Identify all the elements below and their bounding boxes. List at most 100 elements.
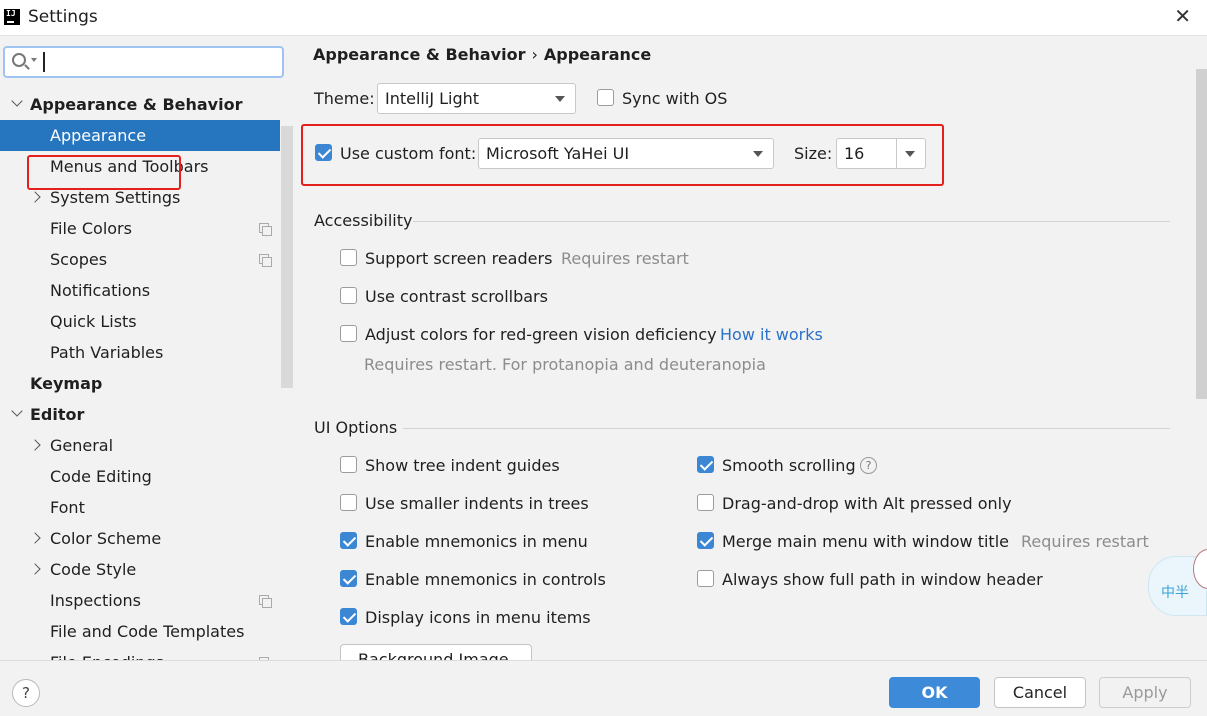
mnemonics-menu-checkbox[interactable]: [340, 532, 357, 549]
tree-item-label: Scopes: [50, 250, 108, 269]
divider: [413, 221, 1170, 222]
full-path-header-label: Always show full path in window header: [722, 570, 1043, 589]
sync-with-os-label: Sync with OS: [622, 89, 728, 108]
contrast-scrollbars-label: Use contrast scrollbars: [365, 287, 548, 306]
requires-restart-hint: Requires restart: [561, 249, 689, 268]
merge-menu-checkbox[interactable]: [697, 532, 714, 549]
settings-sidebar: Appearance & Behavior Appearance Menus a…: [0, 36, 293, 660]
theme-label: Theme:: [314, 89, 375, 108]
smaller-indents-checkbox[interactable]: [340, 494, 357, 511]
chevron-down-icon[interactable]: [11, 95, 23, 107]
chevron-right-icon[interactable]: [29, 532, 41, 544]
tree-item-general[interactable]: General: [0, 430, 280, 461]
menu-icons-checkbox[interactable]: [340, 608, 357, 625]
highlight-outline-appearance: [27, 155, 181, 190]
tree-item-code-editing[interactable]: Code Editing: [0, 461, 280, 492]
tree-item-font[interactable]: Font: [0, 492, 280, 523]
close-icon[interactable]: ✕: [1174, 4, 1191, 28]
search-field[interactable]: [3, 46, 284, 78]
help-icon[interactable]: ?: [860, 457, 877, 474]
divider: [896, 139, 897, 168]
chevron-down-icon: [905, 151, 915, 157]
tree-indent-guides-checkbox[interactable]: [340, 456, 357, 473]
tree-item-path-variables[interactable]: Path Variables: [0, 337, 280, 368]
tree-item-label: Appearance & Behavior: [30, 95, 243, 114]
use-custom-font-checkbox[interactable]: [315, 144, 332, 161]
merge-menu-label: Merge main menu with window title: [722, 532, 1009, 551]
tree-item-label: General: [50, 436, 114, 455]
text-cursor: [43, 52, 45, 72]
tree-item-inspections[interactable]: Inspections: [0, 585, 280, 616]
chevron-down-icon[interactable]: [11, 405, 23, 417]
mnemonics-controls-label: Enable mnemonics in controls: [365, 570, 606, 589]
mnemonics-menu-label: Enable mnemonics in menu: [365, 532, 588, 551]
help-button[interactable]: ?: [12, 679, 40, 707]
background-image-button[interactable]: Background Image...: [340, 644, 532, 660]
background-image-label: Background Image...: [358, 650, 524, 660]
tree-item-label: Quick Lists: [50, 312, 137, 331]
copy-icon: [259, 223, 272, 236]
sidebar-scrollbar[interactable]: [281, 126, 293, 388]
theme-select[interactable]: IntelliJ Light: [377, 83, 576, 114]
tree-item-appearance[interactable]: Appearance: [0, 120, 280, 151]
tree-item-label: Code Style: [50, 560, 137, 579]
copy-icon: [259, 595, 272, 608]
drag-drop-alt-checkbox[interactable]: [697, 494, 714, 511]
font-family-select[interactable]: Microsoft YaHei UI: [478, 138, 774, 169]
title-bar: IJ Settings ✕: [0, 0, 1207, 36]
tree-item-code-style[interactable]: Code Style: [0, 554, 280, 585]
tree-item-file-encodings[interactable]: File Encodings: [0, 647, 280, 660]
tree-item-file-code-templates[interactable]: File and Code Templates: [0, 616, 280, 647]
tree-item-label: Path Variables: [50, 343, 164, 362]
chevron-down-icon: [555, 96, 565, 102]
theme-value: IntelliJ Light: [385, 89, 480, 108]
size-label: Size:: [794, 144, 833, 163]
red-green-checkbox[interactable]: [340, 325, 357, 342]
tree-item-editor[interactable]: Editor: [0, 399, 280, 430]
chevron-right-icon[interactable]: [29, 439, 41, 451]
window-title: Settings: [28, 7, 98, 27]
tree-item-scopes[interactable]: Scopes: [0, 244, 280, 275]
tree-item-label: Appearance: [50, 126, 147, 145]
chevron-down-icon: [753, 151, 763, 157]
search-input[interactable]: [41, 51, 277, 73]
how-it-works-link[interactable]: How it works: [720, 325, 823, 344]
breadcrumb-parent[interactable]: Appearance & Behavior: [313, 45, 525, 64]
chevron-right-icon[interactable]: [29, 563, 41, 575]
cancel-button[interactable]: Cancel: [994, 677, 1086, 708]
ime-widget-text: 中半: [1161, 585, 1189, 601]
chevron-right-icon[interactable]: [29, 191, 41, 203]
content-scrollbar[interactable]: [1196, 69, 1207, 399]
tree-item-label: File and Code Templates: [50, 622, 245, 641]
full-path-header-checkbox[interactable]: [697, 570, 714, 587]
requires-restart-hint: Requires restart: [1021, 532, 1149, 551]
tree-indent-guides-label: Show tree indent guides: [365, 456, 560, 475]
ok-button[interactable]: OK: [889, 677, 980, 708]
screen-readers-checkbox[interactable]: [340, 249, 357, 266]
dialog-footer: ? OK Cancel Apply: [0, 660, 1207, 716]
screen-readers-label: Support screen readers: [365, 249, 553, 268]
sync-with-os-checkbox[interactable]: [597, 89, 614, 106]
font-family-value: Microsoft YaHei UI: [486, 144, 630, 163]
breadcrumb-separator: ›: [531, 45, 538, 64]
search-options-chevron-icon[interactable]: [31, 58, 37, 62]
use-custom-font-label: Use custom font:: [340, 144, 477, 163]
contrast-scrollbars-checkbox[interactable]: [340, 287, 357, 304]
mnemonics-controls-checkbox[interactable]: [340, 570, 357, 587]
menu-icons-label: Display icons in menu items: [365, 608, 591, 627]
tree-item-color-scheme[interactable]: Color Scheme: [0, 523, 280, 554]
tree-item-label: File Encodings: [50, 647, 164, 660]
breadcrumb: Appearance & Behavior › Appearance: [313, 45, 651, 64]
intellij-icon: IJ: [4, 9, 20, 25]
apply-button[interactable]: Apply: [1099, 677, 1191, 708]
tree-item-file-colors[interactable]: File Colors: [0, 213, 280, 244]
search-icon[interactable]: [12, 53, 26, 67]
smooth-scrolling-checkbox[interactable]: [697, 456, 714, 473]
tree-item-appearance-behavior[interactable]: Appearance & Behavior: [0, 89, 280, 120]
tree-item-keymap[interactable]: Keymap: [0, 368, 280, 399]
font-size-select[interactable]: 16: [836, 138, 926, 169]
tree-item-label: Color Scheme: [50, 529, 162, 548]
tree-item-quick-lists[interactable]: Quick Lists: [0, 306, 280, 337]
ime-floating-widget[interactable]: 中半: [1148, 549, 1207, 616]
tree-item-notifications[interactable]: Notifications: [0, 275, 280, 306]
